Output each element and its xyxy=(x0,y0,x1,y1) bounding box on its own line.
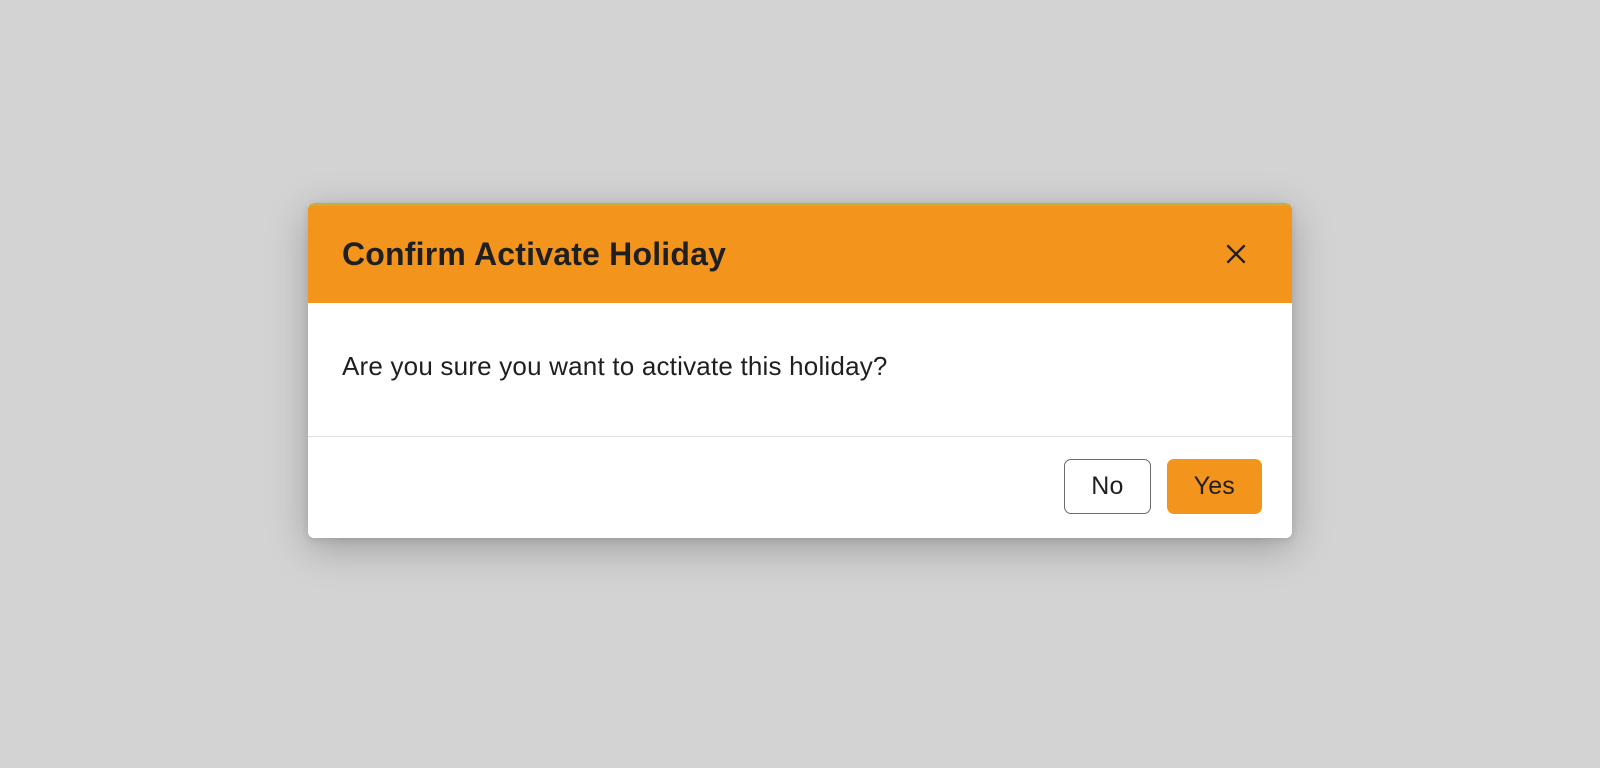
close-button[interactable] xyxy=(1220,238,1252,270)
yes-button[interactable]: Yes xyxy=(1167,459,1262,514)
dialog-title: Confirm Activate Holiday xyxy=(342,236,726,273)
dialog-header: Confirm Activate Holiday xyxy=(308,203,1292,303)
dialog-footer: No Yes xyxy=(308,437,1292,538)
no-button[interactable]: No xyxy=(1064,459,1150,514)
dialog-body: Are you sure you want to activate this h… xyxy=(308,303,1292,437)
confirm-dialog: Confirm Activate Holiday Are you sure yo… xyxy=(308,203,1292,538)
dialog-message: Are you sure you want to activate this h… xyxy=(342,351,1258,382)
close-icon xyxy=(1223,241,1249,267)
